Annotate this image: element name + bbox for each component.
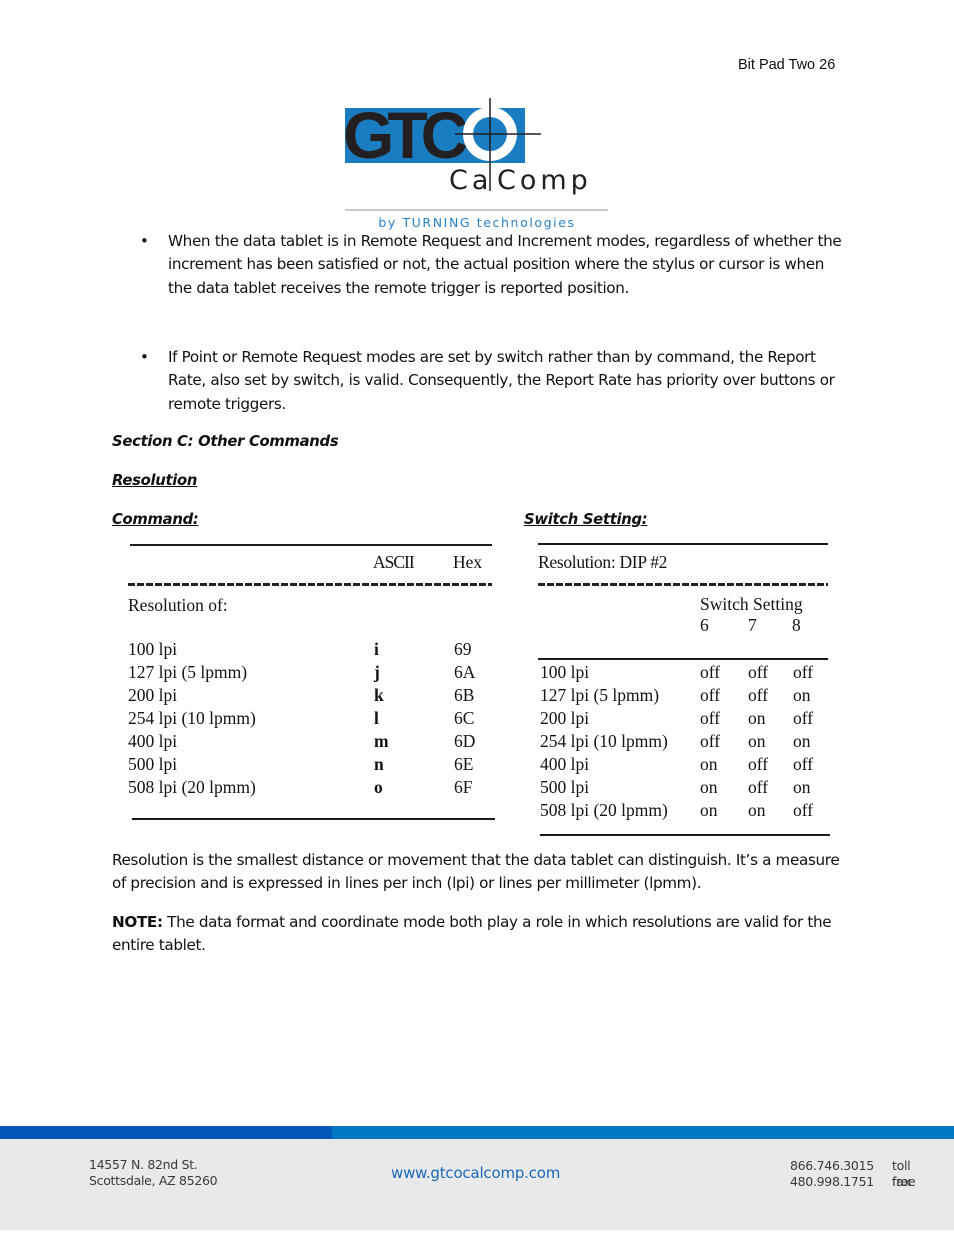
bullet-text: If Point or Remote Request modes are set…: [168, 348, 835, 413]
address-line-1: 14557 N. 82nd St.: [89, 1157, 198, 1172]
column-header-hex: Hex: [453, 552, 483, 572]
table-header-rule: [538, 583, 828, 586]
column-header-ascii: ASCII: [373, 552, 415, 572]
table-top-rule: [130, 544, 492, 546]
resolution-cell: 254 lpi (10 lpmm): [128, 708, 256, 728]
switch-6-cell: on: [700, 800, 718, 820]
switch-7-cell: off: [748, 777, 769, 797]
resolution-cell: 400 lpi: [540, 754, 590, 774]
resolution-cell: 508 lpi (20 lpmm): [128, 777, 256, 797]
phone-fax-label: fax: [892, 1174, 911, 1189]
ascii-cell: n: [374, 754, 384, 774]
switch-8-cell: on: [793, 777, 811, 797]
resolution-definition: Resolution is the smallest distance or m…: [112, 851, 840, 893]
command-table: ASCII Hex Resolution of: 100 lpi i 69 127 l…: [112, 540, 502, 830]
switch-8-cell: off: [793, 754, 814, 774]
switch-7-cell: off: [748, 662, 769, 682]
switch-6-cell: on: [700, 754, 718, 774]
switch-7-cell: off: [748, 754, 769, 774]
phone-fax: 480.998.1751: [790, 1174, 874, 1189]
logo-tagline: by TURNING technologies: [378, 215, 575, 230]
switch-number-6: 6: [700, 615, 709, 635]
hex-cell: 6B: [454, 685, 475, 705]
footer-website-link[interactable]: www.gtcocalcomp.com: [391, 1164, 560, 1182]
note-paragraph: NOTE: The data format and coordinate mod…: [112, 911, 852, 958]
switch-6-cell: off: [700, 708, 721, 728]
ascii-cell: k: [374, 685, 384, 705]
hex-cell: 6C: [454, 708, 475, 728]
logo-graphic: GTC Ca Comp by TURNING technologies: [343, 98, 608, 230]
group-label: Resolution of:: [128, 595, 228, 615]
resolution-cell: 100 lpi: [128, 639, 178, 659]
switch-table-title: Resolution: DIP #2: [538, 552, 668, 572]
resolution-cell: 200 lpi: [540, 708, 590, 728]
bullet-icon: •: [140, 348, 149, 366]
resolution-cell: 508 lpi (20 lpmm): [540, 800, 668, 820]
resolution-cell: 100 lpi: [540, 662, 590, 682]
table-top-rule: [538, 543, 828, 545]
footer-bar-dark: [0, 1126, 332, 1139]
note-label: NOTE:: [112, 913, 163, 931]
switch-6-cell: off: [700, 685, 721, 705]
table-bottom-rule: [132, 818, 495, 820]
switch-8-cell: off: [793, 800, 814, 820]
logo-subtitle-right: Comp: [497, 165, 592, 196]
subsection-heading: Resolution: [112, 472, 198, 489]
switch-8-cell: off: [793, 708, 814, 728]
switch-7-cell: off: [748, 685, 769, 705]
note-text: The data format and coordinate mode both…: [112, 913, 832, 955]
switch-number-7: 7: [748, 615, 757, 635]
phone-tollfree: 866.746.3015: [790, 1158, 874, 1173]
ascii-cell: o: [374, 777, 383, 797]
hex-cell: 6F: [454, 777, 473, 797]
table-bottom-rule: [540, 834, 830, 836]
section-heading: Section C: Other Commands: [112, 433, 339, 450]
switch-8-cell: on: [793, 731, 811, 751]
command-label: Command:: [112, 511, 199, 528]
switch-7-cell: on: [748, 800, 766, 820]
switch-6-cell: on: [700, 777, 718, 797]
ascii-cell: i: [374, 639, 379, 659]
hex-cell: 69: [454, 639, 472, 659]
table-columns-rule: [538, 658, 828, 660]
page-number: Bit Pad Two 26: [738, 57, 836, 73]
resolution-cell: 400 lpi: [128, 731, 178, 751]
switch-setting-label: Switch Setting:: [524, 511, 648, 528]
logo-letters: GTC: [345, 98, 467, 172]
ascii-cell: l: [374, 708, 379, 728]
switch-7-cell: on: [748, 731, 766, 751]
bullet-icon: •: [140, 232, 149, 250]
bullet-text: When the data tablet is in Remote Reques…: [168, 232, 842, 297]
footer-phones: 866.746.3015 toll free 480.998.1751 fax: [790, 1158, 916, 1190]
hex-cell: 6A: [454, 662, 476, 682]
resolution-cell: 127 lpi (5 lpmm): [128, 662, 248, 682]
switch-setting-header: Switch Setting: [700, 594, 803, 614]
switch-6-cell: off: [700, 662, 721, 682]
ascii-cell: j: [374, 662, 380, 682]
switch-6-cell: off: [700, 731, 721, 751]
resolution-cell: 254 lpi (10 lpmm): [540, 731, 668, 751]
footer-bar-light: [332, 1126, 954, 1139]
gtco-calcomp-logo: GTC Ca Comp by TURNING technologies: [343, 98, 610, 232]
resolution-cell: 200 lpi: [128, 685, 178, 705]
ascii-cell: m: [374, 731, 389, 751]
switch-7-cell: on: [748, 708, 766, 728]
hex-cell: 6E: [454, 754, 474, 774]
switch-8-cell: off: [793, 662, 814, 682]
resolution-cell: 500 lpi: [128, 754, 178, 774]
switch-8-cell: on: [793, 685, 811, 705]
logo-subtitle-left: Ca: [449, 165, 492, 196]
hex-cell: 6D: [454, 731, 476, 751]
address-line-2: Scottsdale, AZ 85260: [89, 1173, 218, 1188]
table-header-rule: [128, 583, 492, 586]
switch-table: Resolution: DIP #2 Switch Setting 6 7 8 …: [520, 535, 840, 840]
switch-number-8: 8: [792, 615, 801, 635]
footer-address: 14557 N. 82nd St. Scottsdale, AZ 85260: [89, 1157, 218, 1189]
resolution-cell: 500 lpi: [540, 777, 590, 797]
resolution-cell: 127 lpi (5 lpmm): [540, 685, 660, 705]
